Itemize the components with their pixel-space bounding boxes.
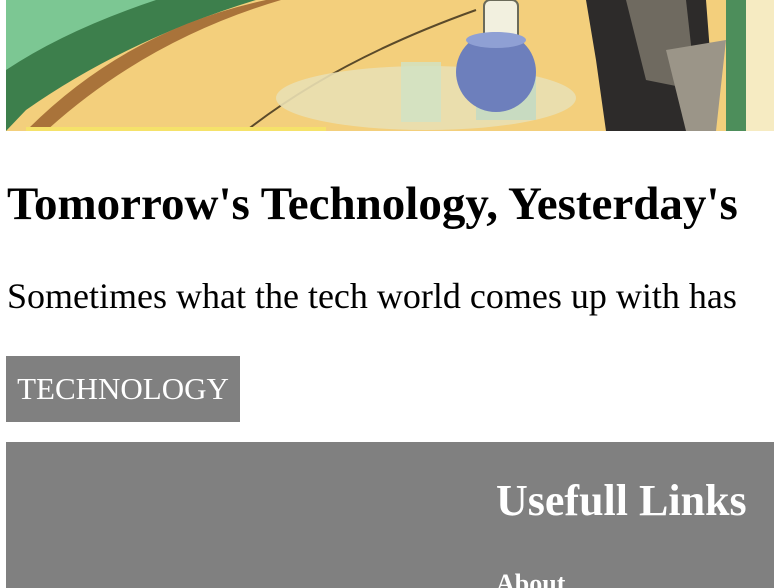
hero-image bbox=[6, 0, 774, 131]
article-excerpt: Sometimes what the tech world comes up w… bbox=[7, 276, 737, 316]
page: Tomorrow's Technology, Yesterday's Somet… bbox=[0, 0, 774, 588]
article-headline[interactable]: Tomorrow's Technology, Yesterday's bbox=[7, 176, 738, 232]
category-tag-button[interactable]: TECHNOLOGY bbox=[6, 356, 240, 422]
footer-title: Usefull Links bbox=[496, 476, 747, 525]
footer-link-about[interactable]: About bbox=[496, 568, 565, 588]
footer: Usefull Links About bbox=[6, 442, 774, 588]
